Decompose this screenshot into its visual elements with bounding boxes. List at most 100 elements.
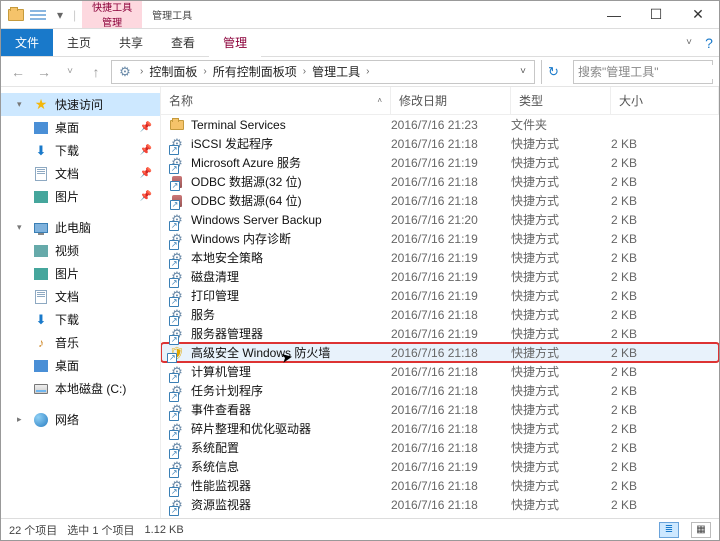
refresh-button[interactable]: ↻ [541,60,565,84]
col-name[interactable]: 名称˄ [161,87,391,114]
nav-local-disk[interactable]: 本地磁盘 (C:) [1,377,160,400]
nav-quick-access[interactable]: ▾ ★ 快速访问 [1,93,160,116]
file-row[interactable]: ⚙本地安全策略2016/7/16 21:19快捷方式2 KB [161,248,719,267]
nav-downloads2[interactable]: ⬇ 下载 [1,308,160,331]
nav-pictures2[interactable]: 图片 [1,262,160,285]
file-row[interactable]: ⚙系统配置2016/7/16 21:18快捷方式2 KB [161,438,719,457]
file-row[interactable]: ⚙事件查看器2016/7/16 21:18快捷方式2 KB [161,400,719,419]
col-type[interactable]: 类型 [511,87,611,114]
ribbon-collapse-icon[interactable]: ˅ [679,29,699,56]
file-name: Windows Server Backup [191,213,322,227]
minimize-button[interactable]: — [593,1,635,28]
breadcrumb-chevron-icon[interactable]: › [299,66,310,77]
search-input[interactable] [578,65,720,79]
nav-videos[interactable]: 视频 [1,239,160,262]
nav-documents[interactable]: 文档 📌 [1,162,160,185]
nav-desktop2[interactable]: 桌面 [1,354,160,377]
file-row[interactable]: ⚙任务计划程序2016/7/16 21:18快捷方式2 KB [161,381,719,400]
file-row[interactable]: ⚙资源监视器2016/7/16 21:18快捷方式2 KB [161,495,719,514]
help-icon[interactable]: ? [699,29,719,56]
expand-icon[interactable]: ▾ [17,99,27,110]
file-icon [169,193,185,209]
nav-label: 快速访问 [55,96,103,113]
file-type: 快捷方式 [511,249,611,266]
file-tab[interactable]: 文件 [1,29,53,56]
file-size: 2 KB [611,384,719,398]
file-icon: ⚙ [169,364,185,380]
recent-locations-button[interactable]: ˅ [59,61,81,83]
nav-downloads[interactable]: ⬇ 下载 📌 [1,139,160,162]
close-button[interactable]: ✕ [677,1,719,28]
tab-home[interactable]: 主页 [53,29,105,56]
file-row[interactable]: ⚙Microsoft Azure 服务2016/7/16 21:19快捷方式2 … [161,153,719,172]
search-box[interactable]: 🔍 [573,60,713,84]
nav-documents2[interactable]: 文档 [1,285,160,308]
nav-desktop[interactable]: 桌面 📌 [1,116,160,139]
nav-music[interactable]: ♪ 音乐 [1,331,160,354]
breadcrumb-chevron-icon[interactable]: › [362,66,373,77]
file-name: 系统配置 [191,439,239,456]
file-row[interactable]: ODBC 数据源(32 位)2016/7/16 21:18快捷方式2 KB [161,172,719,191]
back-button[interactable]: ← [7,61,29,83]
breadcrumb-admin-tools[interactable]: 管理工具 [310,63,362,80]
context-tab-manage-pink[interactable]: 快捷工具 管理 [82,1,142,28]
nav-label: 图片 [55,265,79,282]
file-type: 快捷方式 [511,344,611,361]
col-date[interactable]: 修改日期 [391,87,511,114]
tab-share[interactable]: 共享 [105,29,157,56]
file-row[interactable]: ⚙Windows 内存诊断2016/7/16 21:19快捷方式2 KB [161,229,719,248]
nav-label: 音乐 [55,334,79,351]
status-bar: 22 个项目 选中 1 个项目 1.12 KB ≣ ▦ [1,518,719,540]
file-row[interactable]: Terminal Services2016/7/16 21:23文件夹 [161,115,719,134]
file-list[interactable]: Terminal Services2016/7/16 21:23文件夹⚙iSCS… [161,115,719,518]
expand-icon[interactable]: ▾ [17,222,27,233]
qat-properties-icon[interactable] [29,6,47,24]
context-tab-admintools[interactable]: 管理工具 [142,1,202,28]
file-size: 2 KB [611,479,719,493]
file-row[interactable]: ⚙打印管理2016/7/16 21:19快捷方式2 KB [161,286,719,305]
file-icon: ⚙ [169,497,185,513]
file-row[interactable]: 🛡高级安全 Windows 防火墙2016/7/16 21:18快捷方式2 KB [161,343,719,362]
breadcrumb-all-items[interactable]: 所有控制面板项 [211,63,299,80]
nav-this-pc[interactable]: ▾ 此电脑 [1,216,160,239]
file-row[interactable]: ⚙计算机管理2016/7/16 21:18快捷方式2 KB [161,362,719,381]
file-name: Windows 内存诊断 [191,230,291,247]
file-size: 2 KB [611,232,719,246]
maximize-button[interactable]: ☐ [635,1,677,28]
col-size[interactable]: 大小 [611,87,719,114]
file-row[interactable]: ⚙系统信息2016/7/16 21:19快捷方式2 KB [161,457,719,476]
tab-view[interactable]: 查看 [157,29,209,56]
file-date: 2016/7/16 21:18 [391,403,511,417]
nav-pictures[interactable]: 图片 📌 [1,185,160,208]
file-size: 2 KB [611,346,719,360]
file-row[interactable]: ⚙碎片整理和优化驱动器2016/7/16 21:18快捷方式2 KB [161,419,719,438]
breadcrumb-control-panel[interactable]: 控制面板 [147,63,199,80]
file-type: 快捷方式 [511,230,611,247]
file-row[interactable]: ⚙服务器管理器2016/7/16 21:19快捷方式2 KB [161,324,719,343]
file-row[interactable]: ⚙Windows Server Backup2016/7/16 21:20快捷方… [161,210,719,229]
tab-manage[interactable]: 管理 [209,29,261,56]
disk-icon [33,381,49,397]
expand-icon[interactable]: ▸ [17,414,27,425]
thumbnails-view-button[interactable]: ▦ [691,522,711,538]
context-group-label: 管理工具 [152,7,192,22]
file-row[interactable]: ⚙服务2016/7/16 21:18快捷方式2 KB [161,305,719,324]
nav-network[interactable]: ▸ 网络 [1,408,160,431]
file-name: 事件查看器 [191,401,251,418]
app-folder-icon [7,6,25,24]
breadcrumb-chevron-icon[interactable]: › [199,66,210,77]
file-date: 2016/7/16 21:18 [391,498,511,512]
up-button[interactable]: ↑ [85,61,107,83]
address-history-dropdown[interactable]: ˅ [514,66,532,77]
nav-label: 下载 [55,142,79,159]
file-row[interactable]: ⚙性能监视器2016/7/16 21:18快捷方式2 KB [161,476,719,495]
file-row[interactable]: ⚙iSCSI 发起程序2016/7/16 21:18快捷方式2 KB [161,134,719,153]
breadcrumb-chevron-icon[interactable]: › [136,66,147,77]
qat-customize-icon[interactable]: ▾ [51,6,69,24]
details-view-button[interactable]: ≣ [659,522,679,538]
address-box[interactable]: ⚙ › 控制面板 › 所有控制面板项 › 管理工具 › ˅ [111,60,535,84]
forward-button[interactable]: → [33,61,55,83]
file-row[interactable]: ODBC 数据源(64 位)2016/7/16 21:18快捷方式2 KB [161,191,719,210]
content-pane: 名称˄ 修改日期 类型 大小 Terminal Services2016/7/1… [161,87,719,518]
file-row[interactable]: ⚙磁盘清理2016/7/16 21:19快捷方式2 KB [161,267,719,286]
